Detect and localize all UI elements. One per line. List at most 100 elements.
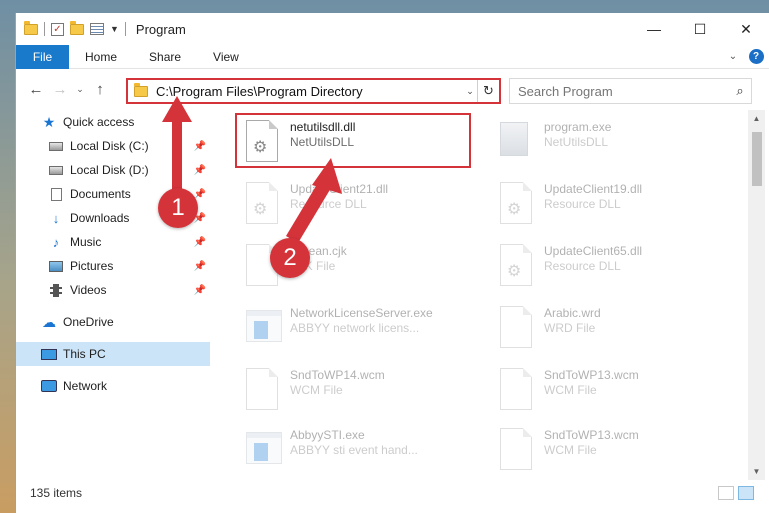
sidebar-item-local-disk-c[interactable]: Local Disk (C:) 📌	[16, 134, 210, 158]
scroll-up-icon[interactable]: ▲	[748, 110, 765, 127]
file-item[interactable]: Arabic.wrd WRD File	[492, 300, 732, 356]
file-explorer-window: ✓ ▼ Program — ☐ ✕ File Home Share View ⌄…	[15, 13, 769, 513]
file-name: AbbyySTI.exe	[290, 428, 365, 442]
maximize-button[interactable]: ☐	[677, 13, 723, 45]
file-name: program.exe	[544, 120, 612, 134]
recent-locations-button[interactable]: ⌄	[72, 84, 88, 95]
scroll-thumb[interactable]	[752, 132, 762, 186]
program-icon	[500, 120, 536, 164]
file-description: WRD File	[544, 321, 596, 335]
chevron-down-icon[interactable]: ▼	[110, 24, 119, 34]
quick-access-toolbar: ✓ ▼	[16, 20, 126, 36]
tab-view[interactable]: View	[197, 50, 255, 64]
sidebar-item-pictures[interactable]: Pictures 📌	[16, 254, 210, 278]
file-description: WCM File	[544, 443, 597, 457]
tab-share[interactable]: Share	[133, 50, 197, 64]
close-button[interactable]: ✕	[723, 13, 769, 45]
file-item[interactable]: ⚙ UpdateClient65.dll Resource DLL	[492, 238, 732, 294]
file-item[interactable]: NetworkLicenseServer.exe ABBYY network l…	[238, 300, 478, 356]
step-marker-2: 2	[270, 238, 310, 278]
address-bar[interactable]: C:\Program Files\Program Directory ⌄ ↻	[126, 78, 501, 104]
file-item[interactable]: ⚙ UpdateClient19.dll Resource DLL	[492, 176, 732, 232]
pin-icon[interactable]: 📌	[194, 141, 206, 152]
refresh-button[interactable]: ↻	[477, 80, 499, 102]
pin-icon[interactable]: 📌	[194, 261, 206, 272]
file-name: SndToWP13.wcm	[544, 368, 639, 382]
sidebar-item-videos[interactable]: Videos 📌	[16, 278, 210, 302]
sidebar-item-label: Videos	[70, 283, 107, 297]
file-icon	[246, 368, 282, 412]
sidebar-item-label: This PC	[63, 347, 106, 361]
sidebar-item-music[interactable]: ♪ Music 📌	[16, 230, 210, 254]
file-list: ⚙ netutilsdll.dll NetUtilsDLL program.ex…	[210, 110, 748, 480]
file-description: WCM File	[544, 383, 597, 397]
dll-icon: ⚙	[500, 182, 536, 226]
sidebar-item-network[interactable]: Network	[16, 374, 210, 398]
file-item[interactable]: SndToWP13.wcm WCM File	[492, 422, 732, 478]
pin-icon[interactable]: 📌	[194, 165, 206, 176]
file-item[interactable]: SndToWP13.wcm WCM File	[492, 362, 732, 418]
documents-icon	[48, 187, 64, 201]
window-controls: — ☐ ✕	[631, 13, 769, 45]
minimize-button[interactable]: —	[631, 13, 677, 45]
file-name: UpdateClient19.dll	[544, 182, 643, 196]
properties-check-icon[interactable]: ✓	[51, 22, 64, 36]
pictures-icon	[48, 259, 64, 273]
file-name: UpdateClient65.dll	[544, 244, 643, 258]
forward-button[interactable]: →	[48, 81, 72, 98]
address-path[interactable]: C:\Program Files\Program Directory	[156, 84, 463, 99]
exe-icon	[246, 428, 282, 472]
dll-icon: ⚙	[246, 182, 282, 226]
file-icon	[500, 368, 536, 412]
file-item-program-exe[interactable]: program.exe NetUtilsDLL	[492, 114, 732, 170]
computer-icon	[41, 347, 57, 361]
title-bar: ✓ ▼ Program — ☐ ✕	[16, 13, 769, 45]
help-button[interactable]: ?	[743, 48, 769, 66]
chevron-down-icon[interactable]: ⌄	[463, 86, 477, 97]
pin-icon[interactable]: 📌	[194, 285, 206, 296]
tiles-view-icon[interactable]	[738, 486, 754, 500]
new-folder-icon[interactable]	[70, 20, 84, 35]
sidebar-item-this-pc[interactable]: This PC	[16, 342, 210, 366]
pin-icon[interactable]: 📌	[194, 237, 206, 248]
vertical-scrollbar[interactable]: ▲ ▼	[748, 110, 765, 480]
back-button[interactable]: ←	[24, 81, 48, 98]
star-icon: ★	[42, 113, 56, 130]
sidebar-item-quick-access[interactable]: ★ Quick access	[16, 110, 210, 134]
file-description: Resource DLL	[544, 259, 621, 273]
search-box[interactable]: ⌕	[509, 78, 752, 104]
folder-icon	[134, 82, 148, 97]
window-title: Program	[135, 21, 186, 37]
file-name: SndToWP14.wcm	[290, 368, 385, 382]
network-icon	[41, 379, 57, 393]
disk-icon	[48, 163, 64, 177]
expand-ribbon-icon[interactable]: ⌄	[723, 51, 743, 62]
details-view-icon[interactable]	[718, 486, 734, 500]
file-item[interactable]: ⚙ UpdateClient21.dll Resource DLL	[238, 176, 478, 232]
search-input[interactable]	[510, 83, 729, 99]
tab-file[interactable]: File	[16, 44, 69, 69]
file-description: WCM File	[290, 383, 343, 397]
search-icon[interactable]: ⌕	[729, 83, 751, 99]
file-description: ABBYY sti event hand...	[290, 443, 418, 457]
sidebar-item-label: Downloads	[70, 211, 130, 225]
sidebar-item-label: Local Disk (C:)	[70, 139, 149, 153]
sidebar-item-label: Quick access	[63, 115, 135, 129]
sidebar-item-local-disk-d[interactable]: Local Disk (D:) 📌	[16, 158, 210, 182]
file-item[interactable]: AbbyySTI.exe ABBYY sti event hand...	[238, 422, 478, 478]
toolbar-divider	[44, 22, 45, 36]
sidebar-item-label: Documents	[70, 187, 131, 201]
sidebar-item-onedrive[interactable]: ☁ OneDrive	[16, 310, 210, 334]
file-item[interactable]: SndToWP14.wcm WCM File	[238, 362, 478, 418]
customize-icon[interactable]	[90, 23, 104, 35]
file-icon	[500, 306, 536, 350]
scroll-down-icon[interactable]: ▼	[748, 463, 765, 480]
tab-home[interactable]: Home	[69, 50, 133, 64]
folder-icon[interactable]	[24, 20, 38, 35]
up-button[interactable]: ↑	[88, 81, 112, 98]
highlight-box	[235, 113, 471, 168]
file-name: NetworkLicenseServer.exe	[290, 306, 433, 320]
